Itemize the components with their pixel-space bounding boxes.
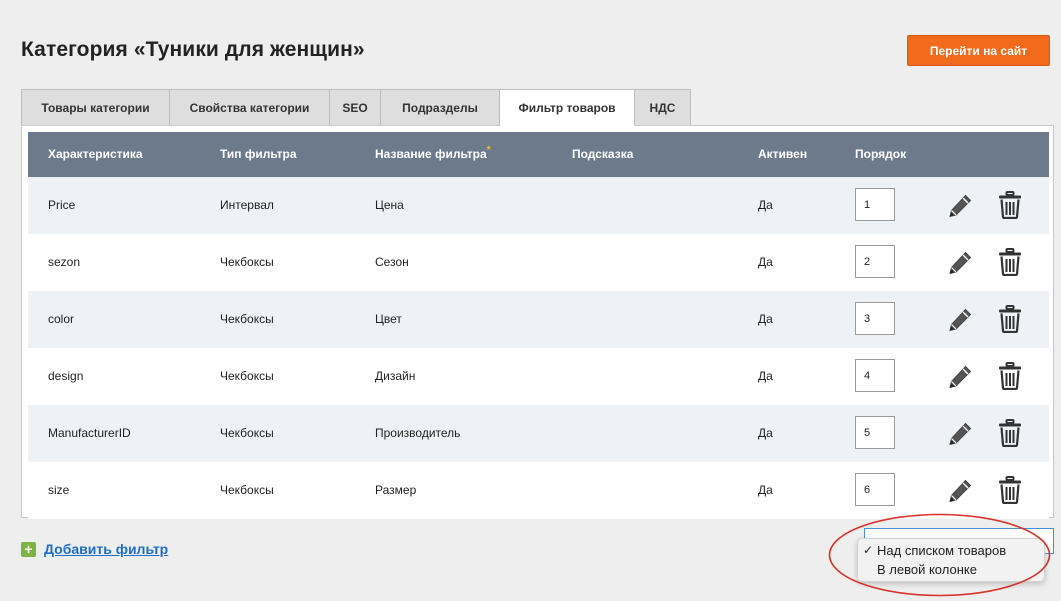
header-filter-type: Тип фильтра	[220, 147, 297, 161]
trash-icon[interactable]	[998, 191, 1022, 219]
filter-panel: Характеристика Тип фильтра Название филь…	[21, 125, 1054, 519]
table-row: sezon Чекбоксы Сезон Да	[28, 234, 1049, 291]
trash-icon[interactable]	[998, 476, 1022, 504]
cell-filter-name: Цена	[375, 198, 404, 212]
tab-product-filter[interactable]: Фильтр товаров	[499, 89, 634, 127]
add-filter-label[interactable]: Добавить фильтр	[44, 541, 168, 557]
cell-active: Да	[758, 369, 773, 383]
cell-active: Да	[758, 312, 773, 326]
cell-active: Да	[758, 426, 773, 440]
dropdown-option-label: В левой колонке	[877, 562, 977, 577]
header-active: Активен	[758, 147, 808, 161]
cell-filter-type: Чекбоксы	[220, 369, 274, 383]
table-row: size Чекбоксы Размер Да	[28, 462, 1049, 519]
cell-active: Да	[758, 255, 773, 269]
header-characteristic: Характеристика	[48, 147, 143, 161]
category-tabs: Товары категории Свойства категории SEO …	[21, 89, 691, 127]
cell-filter-name: Цвет	[375, 312, 402, 326]
dropdown-option-label: Над списком товаров	[877, 543, 1007, 558]
table-row: design Чекбоксы Дизайн Да	[28, 348, 1049, 405]
order-input[interactable]	[855, 416, 895, 449]
cell-filter-name: Размер	[375, 483, 417, 497]
go-to-site-button[interactable]: Перейти на сайт	[907, 35, 1050, 66]
cell-characteristic: sezon	[48, 255, 81, 269]
table-row: ManufacturerID Чекбоксы Производитель Да	[28, 405, 1049, 462]
cell-filter-name: Дизайн	[375, 369, 416, 383]
trash-icon[interactable]	[998, 305, 1022, 333]
cell-active: Да	[758, 198, 773, 212]
order-input[interactable]	[855, 188, 895, 221]
cell-filter-type: Чекбоксы	[220, 483, 274, 497]
cell-filter-type: Чекбоксы	[220, 255, 274, 269]
add-filter-link[interactable]: + Добавить фильтр	[21, 541, 168, 557]
pencil-icon[interactable]	[947, 307, 973, 333]
page-title: Категория «Туники для женщин»	[21, 38, 365, 61]
tab-seo[interactable]: SEO	[329, 89, 380, 126]
cell-characteristic: ManufacturerID	[48, 426, 131, 440]
trash-icon[interactable]	[998, 362, 1022, 390]
header-hint: Подсказка	[572, 147, 634, 161]
tab-vat[interactable]: НДС	[634, 89, 691, 126]
pencil-icon[interactable]	[947, 421, 973, 447]
table-row: Price Интервал Цена Да	[28, 177, 1049, 234]
table-body: Price Интервал Цена Да sezon Чекбоксы Се…	[28, 177, 1049, 519]
cell-characteristic: design	[48, 369, 84, 383]
header-order: Порядок	[855, 147, 907, 161]
header-filter-name: Название фильтра*	[375, 132, 491, 177]
tab-subsections[interactable]: Подразделы	[380, 89, 499, 126]
pencil-icon[interactable]	[947, 478, 973, 504]
trash-icon[interactable]	[998, 248, 1022, 276]
cell-filter-name: Производитель	[375, 426, 461, 440]
check-icon: ✓	[863, 543, 874, 557]
pencil-icon[interactable]	[947, 364, 973, 390]
filter-position-dropdown: ✓ Над списком товаров В левой колонке	[857, 538, 1045, 582]
cell-filter-type: Чекбоксы	[220, 426, 274, 440]
order-input[interactable]	[855, 473, 895, 506]
dropdown-option-left-column[interactable]: В левой колонке	[858, 560, 1044, 579]
cell-active: Да	[758, 483, 773, 497]
cell-filter-type: Интервал	[220, 198, 274, 212]
tab-category-products[interactable]: Товары категории	[21, 89, 169, 126]
cell-characteristic: size	[48, 483, 70, 497]
pencil-icon[interactable]	[947, 193, 973, 219]
required-mark: *	[486, 145, 491, 156]
table-row: color Чекбоксы Цвет Да	[28, 291, 1049, 348]
cell-filter-type: Чекбоксы	[220, 312, 274, 326]
trash-icon[interactable]	[998, 419, 1022, 447]
header-filter-name-text: Название фильтра	[375, 147, 487, 161]
dropdown-option-above-list[interactable]: ✓ Над списком товаров	[858, 541, 1044, 560]
order-input[interactable]	[855, 359, 895, 392]
cell-characteristic: Price	[48, 198, 76, 212]
pencil-icon[interactable]	[947, 250, 973, 276]
order-input[interactable]	[855, 302, 895, 335]
tab-category-properties[interactable]: Свойства категории	[169, 89, 329, 126]
table-header: Характеристика Тип фильтра Название филь…	[28, 132, 1049, 177]
plus-icon: +	[21, 541, 36, 557]
cell-characteristic: color	[48, 312, 75, 326]
cell-filter-name: Сезон	[375, 255, 409, 269]
order-input[interactable]	[855, 245, 895, 278]
